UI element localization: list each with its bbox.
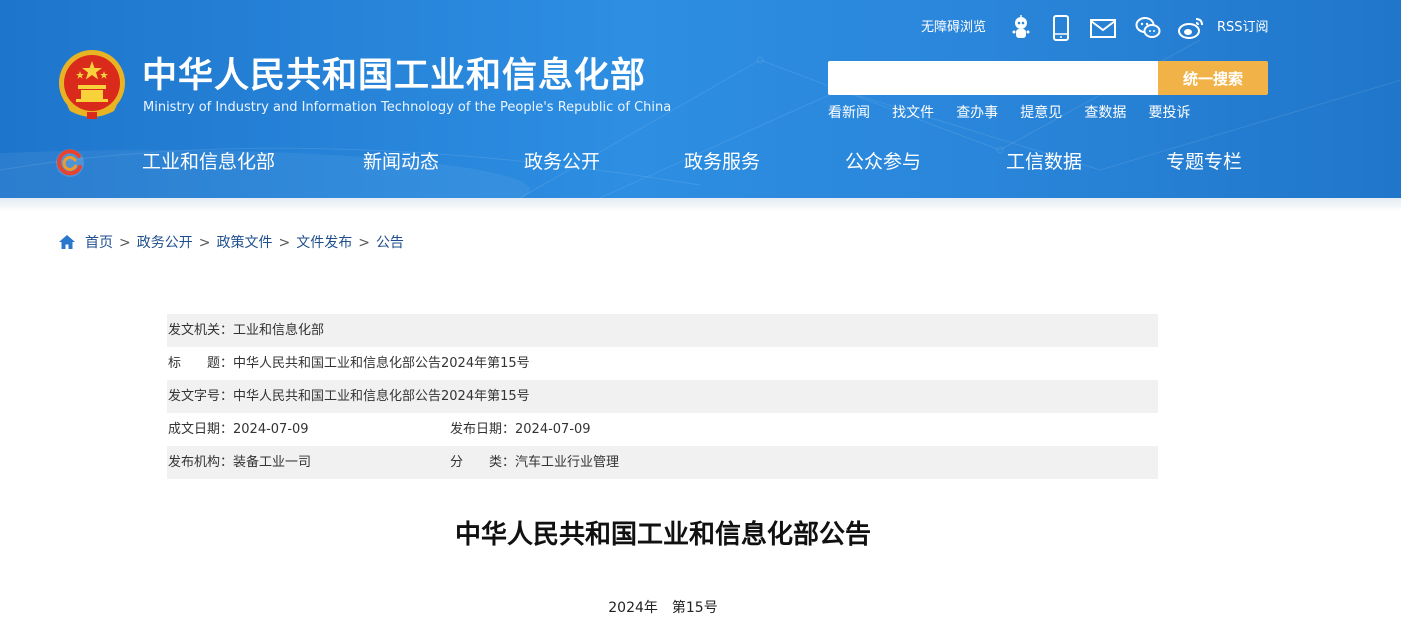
nav-government-services[interactable]: 政务服务 [684, 148, 760, 176]
quick-link-services[interactable]: 查办事 [956, 103, 998, 123]
breadcrumb-separator: > [119, 235, 131, 251]
breadcrumb-announcement[interactable]: 公告 [376, 235, 404, 251]
breadcrumb-file-release[interactable]: 文件发布 [296, 235, 352, 251]
breadcrumb-separator: > [278, 235, 291, 251]
nav-miit[interactable]: 工业和信息化部 [142, 148, 275, 176]
quick-link-feedback[interactable]: 提意见 [1020, 103, 1062, 123]
info-row-publisher: 发布机构：装备工业一司 分 类：汽车工业行业管理 [167, 446, 1158, 479]
site-title[interactable]: 中华人民共和国工业和信息化部 [142, 54, 646, 98]
nav-news[interactable]: 新闻动态 [363, 148, 439, 176]
nav-special-topics[interactable]: 专题专栏 [1166, 148, 1242, 176]
info-category: 分 类：汽车工业行业管理 [450, 455, 620, 470]
info-row-doc-number: 发文字号：中华人民共和国工业和信息化部公告2024年第15号 [167, 380, 1158, 413]
mail-icon[interactable] [1089, 14, 1117, 42]
quick-links: 看新闻 找文件 查办事 提意见 查数据 要投诉 [828, 102, 1207, 122]
breadcrumb-separator: > [198, 235, 211, 251]
info-row-dates: 成文日期：2024-07-09 发布日期：2024-07-09 [167, 413, 1158, 446]
quick-link-complaint[interactable]: 要投诉 [1148, 103, 1190, 123]
info-doc-number: 发文字号：中华人民共和国工业和信息化部公告2024年第15号 [168, 389, 530, 404]
search-input[interactable] [828, 61, 1158, 95]
breadcrumb-home[interactable]: 首页 [85, 235, 113, 251]
document-title: 中华人民共和国工业和信息化部公告 [454, 520, 871, 550]
info-row-title: 标 题：中华人民共和国工业和信息化部公告2024年第15号 [167, 347, 1158, 380]
home-icon[interactable] [58, 234, 76, 250]
quick-link-data[interactable]: 查数据 [1084, 103, 1126, 123]
weibo-icon[interactable] [1177, 14, 1205, 42]
quick-link-news[interactable]: 看新闻 [828, 103, 870, 123]
info-title: 标 题：中华人民共和国工业和信息化部公告2024年第15号 [168, 356, 530, 371]
accessibility-link[interactable]: 无障碍浏览 [921, 19, 986, 37]
quick-link-files[interactable]: 找文件 [892, 103, 934, 123]
info-created-date: 成文日期：2024-07-09 [168, 422, 309, 437]
info-published-date: 发布日期：2024-07-09 [450, 422, 591, 437]
ministry-logo-icon[interactable] [54, 147, 86, 179]
breadcrumb-separator: > [358, 235, 370, 251]
breadcrumb-items: 首页 > 政务公开 > 政策文件 > 文件发布 > 公告 [85, 232, 404, 254]
site-subtitle: Ministry of Industry and Information Tec… [143, 100, 672, 115]
breadcrumb-policy-files[interactable]: 政策文件 [216, 235, 272, 251]
info-issuer: 发文机关：工业和信息化部 [168, 323, 325, 338]
site-header: 中华人民共和国工业和信息化部 Ministry of Industry and … [0, 0, 1401, 198]
nav-data[interactable]: 工信数据 [1006, 148, 1082, 176]
info-row-issuer: 发文机关：工业和信息化部 [167, 314, 1158, 347]
mobile-icon[interactable] [1047, 14, 1075, 42]
info-publisher: 发布机构：装备工业一司 [168, 455, 312, 470]
rss-link[interactable]: RSS订阅 [1217, 19, 1269, 37]
document-info-table: 发文机关：工业和信息化部 标 题：中华人民共和国工业和信息化部公告2024年第1… [167, 314, 1158, 479]
search-button[interactable]: 统一搜索 [1158, 61, 1268, 95]
nav-public-participation[interactable]: 公众参与 [845, 148, 921, 176]
national-emblem-icon[interactable] [57, 49, 127, 121]
header-shadow [0, 198, 1401, 212]
robot-assistant-icon[interactable] [1007, 14, 1035, 42]
document-number: 2024年 第15号 [608, 600, 718, 616]
nav-government-affairs[interactable]: 政务公开 [524, 148, 600, 176]
breadcrumb-government-affairs[interactable]: 政务公开 [137, 235, 193, 251]
wechat-icon[interactable] [1134, 14, 1162, 42]
